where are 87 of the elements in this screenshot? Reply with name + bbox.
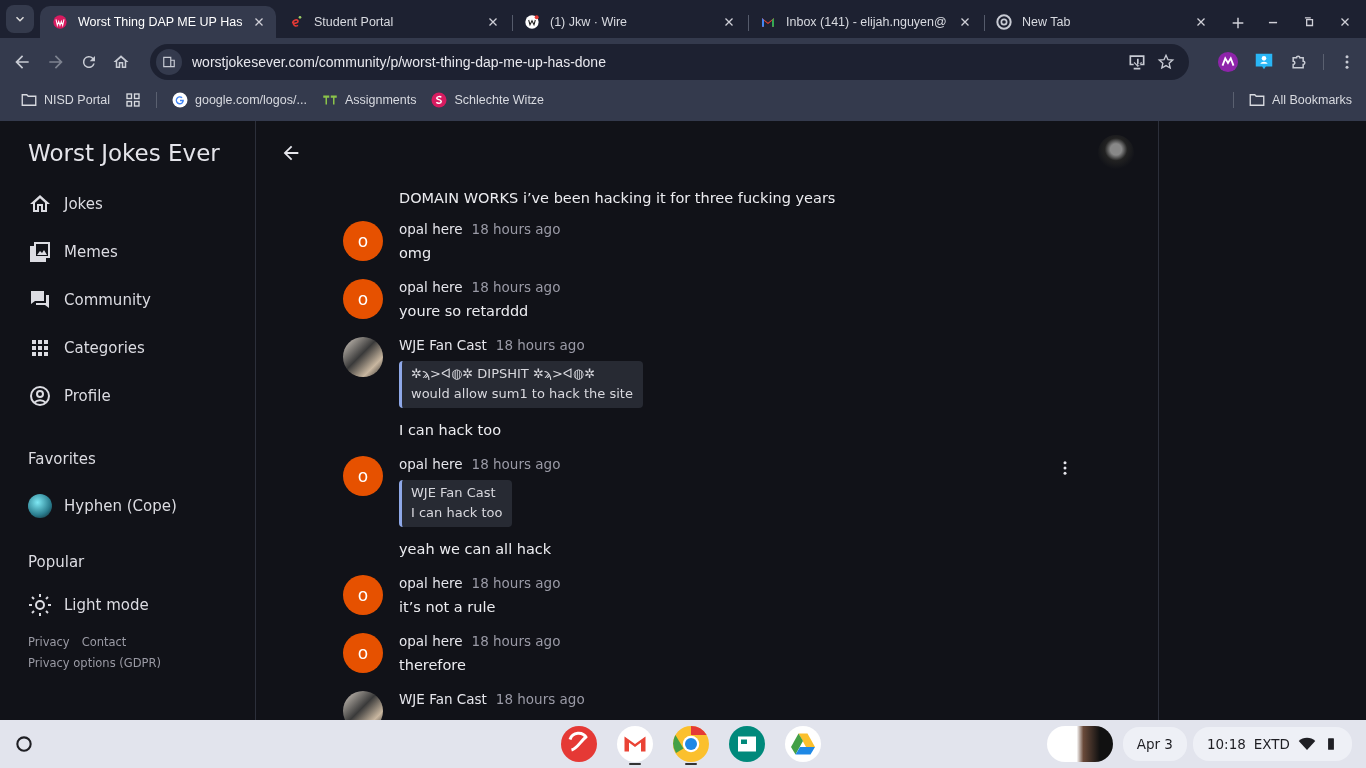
light-mode-toggle[interactable]: Light mode [28, 581, 149, 629]
gmail-icon[interactable] [617, 726, 653, 762]
photo-placeholder [343, 337, 383, 377]
date-button[interactable]: Apr 3 [1122, 727, 1187, 761]
profile-icon [28, 384, 52, 408]
browser-tab[interactable]: New Tab [984, 6, 1220, 38]
user-avatar: o [343, 575, 383, 615]
home-icon[interactable] [112, 53, 130, 71]
author-name[interactable]: WJE Fan Cast [399, 691, 487, 707]
message-text: therefore [399, 656, 467, 675]
timestamp: 18 hours ago [495, 337, 585, 353]
drive-icon[interactable] [785, 726, 821, 762]
photo-placeholder [343, 691, 383, 720]
message-text: youre so retarddd [399, 302, 530, 321]
site-icon [52, 14, 68, 30]
classroom-icon[interactable] [729, 726, 765, 762]
message-text: DOMAIN WORKS i’ve been hacking it for three fucking years [399, 189, 836, 208]
message-text: omg [399, 244, 433, 263]
bookmark[interactable]: Assignments [320, 90, 417, 109]
quoted-reply[interactable]: WJE Fan Cast I can hack too [399, 480, 513, 527]
author-name[interactable]: WJE Fan Cast [399, 337, 487, 353]
timestamp: 18 hours ago [471, 575, 561, 591]
message-text: I can hack too [399, 421, 503, 440]
timestamp: 18 hours ago [471, 279, 561, 295]
user-avatar: o [343, 221, 383, 261]
plus-icon[interactable] [1230, 15, 1246, 31]
status-tray[interactable]: 10:18 EXTD [1192, 727, 1352, 761]
google-icon [171, 90, 189, 109]
tab-title: Worst Thing DAP ME UP Has [78, 15, 243, 29]
tab-search-button[interactable] [6, 5, 34, 33]
user-avatar: o [343, 633, 383, 673]
palette-icon[interactable] [561, 726, 597, 762]
bookmark[interactable]: Schlechte Witze [430, 90, 545, 109]
apps-icon[interactable] [124, 90, 142, 109]
all-bookmarks-button[interactable]: All Bookmarks [1248, 90, 1352, 109]
tab-title: (1) Jkw · Wire [550, 15, 629, 29]
site-title[interactable]: Worst Jokes Ever [28, 140, 255, 166]
timestamp: 18 hours ago [471, 221, 561, 237]
footer-link[interactable]: Privacy [28, 635, 70, 649]
author-name[interactable]: opal here [399, 633, 463, 649]
community-avatar [28, 494, 52, 518]
nav-item[interactable]: Jokes [28, 180, 103, 228]
images-icon [28, 240, 52, 264]
message-text: it’s not a rule [399, 598, 497, 617]
address-bar[interactable]: worstjokesever.com/community/p/worst-thing-dap-me-up-has-done [150, 44, 1189, 80]
timestamp: 18 hours ago [495, 691, 585, 707]
favorite-item[interactable]: Hyphen (Cope) [28, 482, 177, 530]
tab-title: Student Portal [314, 15, 395, 29]
footer-link[interactable]: Contact [81, 635, 127, 649]
nav-item[interactable]: Profile [28, 372, 111, 420]
reload-icon[interactable] [80, 53, 98, 71]
author-name[interactable]: opal here [399, 279, 463, 295]
quoted-reply[interactable]: ✲ϡ>ᐊ◍✲ DIPSHIT ✲ϡ>ᐊ◍✲ would allow sum1 to hack the site [399, 361, 643, 408]
footer-link[interactable]: Privacy options (GDPR) [28, 656, 161, 670]
s-logo-icon [430, 90, 449, 109]
nav-item[interactable]: Categories [28, 324, 145, 372]
browser-tab[interactable]: (1) Jkw · Wire [512, 6, 748, 38]
author-name[interactable]: opal here [399, 221, 463, 237]
tab-title: Inbox (141) - elijah.nguyen@ [786, 15, 948, 29]
user-avatar: o [343, 279, 383, 319]
author-name[interactable]: opal here [399, 575, 463, 591]
tab-title: New Tab [1022, 15, 1072, 29]
bookmark-star-icon[interactable] [1157, 53, 1175, 71]
chrome-icon [996, 14, 1012, 30]
section-heading: Popular [28, 553, 86, 571]
wire-icon [524, 14, 540, 30]
browser-tab[interactable]: Worst Thing DAP ME UP Has [40, 6, 276, 38]
photo-placeholder[interactable] [1046, 726, 1113, 762]
install-icon[interactable] [1127, 52, 1147, 72]
site-info-icon[interactable] [162, 55, 176, 69]
message-text: yeah we can all hack [399, 540, 553, 559]
chrome-icon[interactable] [673, 726, 709, 762]
extension-m-icon[interactable] [1217, 51, 1239, 73]
nav-item[interactable]: Memes [28, 228, 118, 276]
sun-icon [28, 593, 52, 617]
user-avatar: o [343, 456, 383, 496]
section-heading: Favorites [28, 450, 97, 468]
timestamp: 18 hours ago [471, 456, 561, 472]
timestamp: 18 hours ago [471, 633, 561, 649]
browser-tab[interactable]: Inbox (141) - elijah.nguyen@ [748, 6, 984, 38]
author-name[interactable]: opal here [399, 456, 463, 472]
launcher-icon[interactable] [14, 734, 34, 754]
nav-item[interactable]: Community [28, 276, 151, 324]
bookmark[interactable]: NISD Portal [20, 90, 110, 109]
restore-icon[interactable] [1302, 15, 1316, 29]
browser-tab[interactable]: Student Portal [276, 6, 512, 38]
bookmark[interactable]: google.com/logos/... [171, 90, 307, 109]
